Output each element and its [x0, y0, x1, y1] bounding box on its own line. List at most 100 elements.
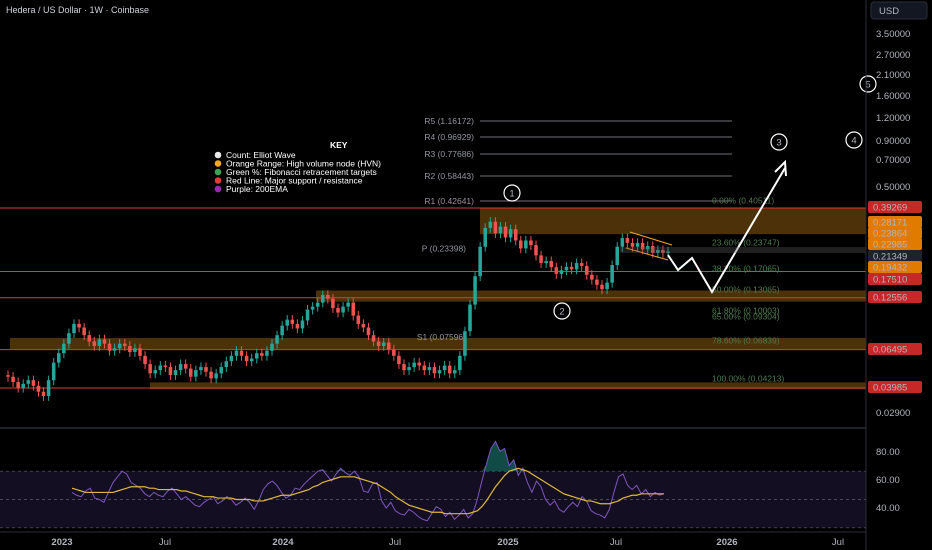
candle-body — [21, 383, 26, 388]
candle-body — [397, 355, 401, 365]
key-swatch — [214, 168, 222, 176]
candle-body — [351, 302, 356, 316]
price-badge-value: 0.39269 — [873, 203, 907, 214]
price-badge: 0.23864 — [868, 227, 922, 240]
candle-body — [473, 276, 477, 305]
candle-body — [194, 370, 198, 377]
candle-body — [422, 365, 427, 371]
candle-body — [361, 323, 366, 328]
candle-body — [183, 364, 188, 369]
candle-body — [366, 327, 371, 336]
pivot-label: R4 (0.96929) — [424, 132, 474, 142]
candle-body — [310, 306, 315, 310]
candle-body — [31, 380, 36, 386]
price-badge: 0.06495 — [868, 343, 922, 356]
candle-body — [402, 364, 406, 371]
candle-body — [356, 315, 361, 324]
candle-body — [26, 380, 31, 384]
price-badge: 0.03985 — [868, 381, 922, 394]
price-badge-value: 0.03985 — [873, 383, 907, 394]
candle-body — [534, 245, 538, 256]
candle-body — [386, 342, 391, 350]
candle-body — [51, 362, 56, 381]
candle-body — [62, 343, 66, 354]
candle-body — [524, 240, 528, 249]
price-badge: 0.12556 — [868, 291, 922, 304]
candle-body — [376, 341, 381, 346]
wave-number: 2 — [559, 307, 564, 318]
fib-label: 100.00% (0.04213) — [712, 374, 784, 384]
time-tick: Jul — [832, 537, 844, 548]
time-tick: 2024 — [272, 537, 294, 548]
candle-body — [178, 364, 183, 371]
candle-body — [630, 242, 635, 247]
candle-body — [503, 226, 508, 238]
price-tick: 0.70000 — [876, 155, 910, 166]
price-badge-value: 0.23864 — [873, 229, 907, 240]
candle-body — [163, 365, 168, 368]
candle-body — [224, 361, 229, 368]
candle-body — [234, 350, 239, 356]
candle-body — [36, 385, 41, 392]
currency-button[interactable]: USD — [870, 1, 928, 20]
candle-body — [539, 255, 543, 264]
candle-body — [295, 323, 300, 329]
candle-body — [529, 240, 533, 246]
candle-body — [72, 323, 76, 334]
candle-body — [102, 339, 107, 344]
candle-body — [498, 226, 503, 234]
price-chart[interactable]: R5 (1.16172) R4 (0.96929) R3 (0.77686) R2 (… — [0, 0, 932, 550]
price-badge: 0.39269 — [868, 201, 922, 214]
candle-body — [346, 302, 350, 307]
current-price-band — [620, 247, 866, 253]
price-badge-value: 0.21349 — [873, 252, 907, 263]
candle-body — [244, 355, 249, 362]
candle-body — [493, 221, 498, 234]
candle-body — [447, 365, 452, 374]
rsi-tick: 60.00 — [876, 475, 900, 486]
hvn-zone — [480, 207, 866, 235]
candle-body — [412, 362, 416, 368]
candle-body — [82, 327, 86, 336]
chart-background — [0, 0, 932, 550]
candle-body — [67, 333, 71, 344]
candle-body — [97, 339, 102, 346]
candle-body — [341, 306, 345, 313]
candle-body — [214, 373, 218, 379]
pivot-label: S1 (0.07596) — [417, 332, 466, 342]
candle-body — [239, 350, 244, 356]
price-badge-value: 0.28171 — [873, 218, 907, 229]
price-tick: 1.20000 — [876, 113, 910, 124]
candle-body — [305, 309, 310, 321]
candle-body — [16, 382, 20, 388]
candle-body — [122, 343, 127, 346]
candle-body — [478, 246, 482, 277]
candle-body — [595, 279, 599, 285]
candle-body — [148, 364, 152, 374]
candle-body — [300, 320, 305, 329]
candle-body — [336, 308, 340, 313]
candle-body — [46, 380, 51, 396]
candle-body — [11, 376, 15, 383]
time-tick: 2025 — [497, 537, 519, 548]
candle-body — [331, 298, 335, 309]
wave-number: 3 — [776, 138, 781, 149]
price-badge: 0.28171 — [868, 216, 922, 229]
candle-body — [254, 353, 259, 359]
candle-body — [452, 370, 457, 374]
price-badge-value: 0.19432 — [873, 263, 907, 274]
candle-body — [635, 242, 640, 247]
candle-body — [468, 304, 472, 332]
candle-body — [173, 370, 178, 376]
price-tick: 0.90000 — [876, 136, 910, 147]
pivot-label: P (0.23398) — [422, 244, 466, 254]
pivot-label: R2 (0.58443) — [424, 171, 474, 181]
candle-body — [143, 355, 147, 365]
candle-body — [381, 342, 386, 346]
candle-body — [620, 238, 625, 247]
candle-body — [615, 246, 620, 266]
price-badge: 0.22985 — [868, 238, 922, 251]
hvn-zone — [316, 290, 866, 302]
candle-body — [270, 343, 274, 351]
candle-body — [320, 294, 325, 303]
